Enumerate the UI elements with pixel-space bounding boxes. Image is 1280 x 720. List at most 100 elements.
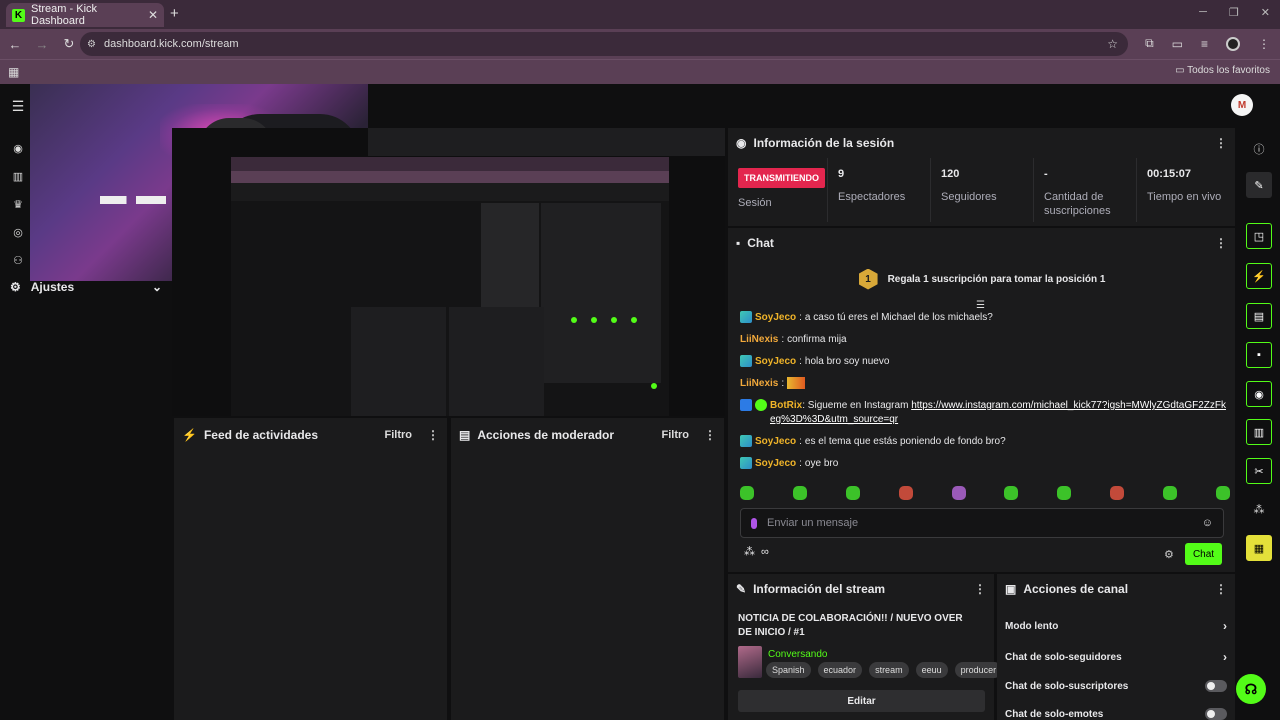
emote-button[interactable] xyxy=(1057,486,1072,500)
forward-icon[interactable]: → xyxy=(30,37,54,52)
close-tab-icon[interactable]: ✕ xyxy=(148,8,158,22)
bookmark-star-icon[interactable]: ☆ xyxy=(1107,37,1118,51)
emote-button[interactable] xyxy=(1163,486,1177,500)
chat-username[interactable]: SoyJeco xyxy=(755,435,796,449)
chat-username[interactable]: SoyJeco xyxy=(755,457,796,471)
action-slow-mode[interactable]: Modo lento › xyxy=(1005,619,1227,633)
subscribers-only-toggle[interactable] xyxy=(1205,680,1227,692)
emote-button[interactable] xyxy=(1004,486,1019,500)
hamburger-menu-icon[interactable]: ☰ xyxy=(10,98,26,115)
chevron-right-icon: › xyxy=(1223,650,1227,664)
crop-icon[interactable]: ◳ xyxy=(1246,223,1272,249)
stat-label: Tiempo en vivo xyxy=(1147,191,1222,203)
community-icon[interactable]: ⚇ xyxy=(10,254,26,267)
wrench-icon[interactable]: ✂ xyxy=(1246,458,1272,484)
sliders-icon: ▣ xyxy=(1005,582,1017,596)
more-options-icon[interactable]: ⋮ xyxy=(427,428,439,442)
edit-icon[interactable]: ✎ xyxy=(1246,172,1272,198)
chat-message: LiiNexis: xyxy=(740,377,1230,391)
chat-message: BotRix: Sigueme en Instagram https://www… xyxy=(740,399,1230,427)
chat-username[interactable]: BotRix xyxy=(770,400,802,411)
chat-username[interactable]: LiiNexis xyxy=(740,377,778,391)
subscriber-badge-icon xyxy=(740,355,752,367)
chat-settings-icon[interactable]: ⚙ xyxy=(1164,548,1174,561)
filter-button[interactable]: Filtro xyxy=(385,429,413,441)
chat-bubble-icon: ▪ xyxy=(736,236,741,250)
all-bookmarks[interactable]: ▭ Todos los favoritos xyxy=(1175,65,1270,76)
chat-username[interactable]: LiiNexis xyxy=(740,333,778,347)
site-info-icon[interactable]: ⚙ xyxy=(87,39,96,50)
clapper-icon[interactable]: ▦ xyxy=(1246,535,1272,561)
emotes-only-toggle[interactable] xyxy=(1205,708,1227,720)
emote-button[interactable] xyxy=(740,486,754,500)
cast-icon[interactable]: ▭ xyxy=(1172,37,1183,51)
more-options-icon[interactable]: ⋮ xyxy=(704,428,716,442)
channel-actions-panel: ▣ Acciones de canal ⋮ Modo lento › Chat … xyxy=(997,574,1235,720)
edit-button[interactable]: Editar xyxy=(738,690,985,712)
lightning-icon: ⚡ xyxy=(182,428,197,442)
clipboard-icon[interactable]: ▤ xyxy=(1246,303,1272,329)
layout-icon[interactable]: ▥ xyxy=(1246,419,1272,445)
emote-button[interactable] xyxy=(951,486,966,500)
more-options-icon[interactable]: ⋮ xyxy=(1215,582,1227,596)
stream-preview xyxy=(172,128,725,416)
stat-label: Espectadores xyxy=(838,191,906,203)
info-icon[interactable]: ⓘ xyxy=(1246,136,1272,162)
back-icon[interactable]: ← xyxy=(3,37,27,52)
chat-username[interactable]: SoyJeco xyxy=(755,355,796,369)
broadcast-icon[interactable]: ◉ xyxy=(1246,381,1272,407)
lightning-icon[interactable]: ⚡ xyxy=(1246,263,1272,289)
session-panel: ◉ Información de la sesión ⋮ TRANSMITIEN… xyxy=(728,128,1235,226)
stat-value: 120 xyxy=(941,168,960,180)
pinned-toggle-icon[interactable]: ☰ xyxy=(976,300,985,311)
action-followers-only[interactable]: Chat de solo-seguidores › xyxy=(1005,650,1227,664)
extensions-icon[interactable]: ⧉ xyxy=(1145,36,1154,51)
chat-bubble-icon[interactable]: ▪ xyxy=(1246,342,1272,368)
subscriber-badge-icon xyxy=(740,457,752,469)
browser-tab[interactable]: K Stream - Kick Dashboard ✕ xyxy=(6,3,164,27)
chat-username[interactable]: SoyJeco xyxy=(755,311,796,325)
menu-icon[interactable]: ⋮ xyxy=(1258,37,1270,51)
moderation-icon[interactable]: ◎ xyxy=(10,226,26,239)
new-tab-button[interactable]: + xyxy=(170,5,179,22)
broadcast-icon: ◉ xyxy=(736,136,747,150)
send-chat-button[interactable]: Chat xyxy=(1185,543,1222,565)
emoji-icon[interactable]: ☺ xyxy=(1202,517,1213,529)
analytics-icon[interactable]: ▥ xyxy=(10,170,26,183)
chat-text: a caso tú eres el Michael de los michael… xyxy=(804,312,993,323)
address-bar[interactable]: ⚙ dashboard.kick.com/stream ☆ xyxy=(80,32,1128,56)
emote-button[interactable] xyxy=(845,486,860,500)
chevron-down-icon: ⌄ xyxy=(151,280,162,294)
restore-icon[interactable]: ❐ xyxy=(1229,6,1239,19)
action-label: Chat de solo-suscriptores xyxy=(1005,680,1129,692)
feed-header: ⚡ Feed de actividades Filtro ⋮ xyxy=(174,420,447,450)
broadcast-icon[interactable]: ◉ xyxy=(10,142,26,155)
close-window-icon[interactable]: ✕ xyxy=(1261,6,1270,19)
gift-sub-banner[interactable]: 1 Regala 1 suscripción para tomar la pos… xyxy=(728,266,1236,292)
chat-input[interactable]: Enviar un mensaje ☺ xyxy=(740,508,1224,538)
sidebar-item-settings[interactable]: ⚙ Ajustes ⌄ xyxy=(10,280,162,294)
profile-icon[interactable] xyxy=(1226,36,1240,51)
reload-icon[interactable]: ↻ xyxy=(57,36,81,52)
reading-list-icon[interactable]: ≡ xyxy=(1201,37,1208,51)
chatbot-indicator[interactable]: ⁂ ∞ xyxy=(744,545,769,559)
bot-icon[interactable]: ⁂ xyxy=(1246,496,1272,522)
more-options-icon[interactable]: ⋮ xyxy=(1215,136,1227,150)
emote-button[interactable] xyxy=(1215,486,1230,500)
category-label[interactable]: Conversando xyxy=(768,649,827,660)
emote-button[interactable] xyxy=(1110,486,1125,500)
emote-button[interactable] xyxy=(898,486,913,500)
filter-button[interactable]: Filtro xyxy=(662,429,690,441)
minimize-icon[interactable]: ─ xyxy=(1199,6,1207,19)
help-headset-icon[interactable]: ☊ xyxy=(1236,674,1266,704)
avatar[interactable]: M xyxy=(1231,94,1253,116)
more-options-icon[interactable]: ⋮ xyxy=(974,582,986,596)
wrench-icon: ✎ xyxy=(736,582,747,596)
quick-emotes xyxy=(740,486,1230,500)
tag: ecuador xyxy=(817,662,863,678)
emote-button[interactable] xyxy=(792,486,807,500)
more-options-icon[interactable]: ⋮ xyxy=(1215,236,1227,250)
trophy-icon[interactable]: ♛ xyxy=(10,198,26,211)
window-controls: ─ ❐ ✕ xyxy=(1199,6,1270,19)
apps-grid-icon[interactable]: ▦ xyxy=(8,65,19,79)
